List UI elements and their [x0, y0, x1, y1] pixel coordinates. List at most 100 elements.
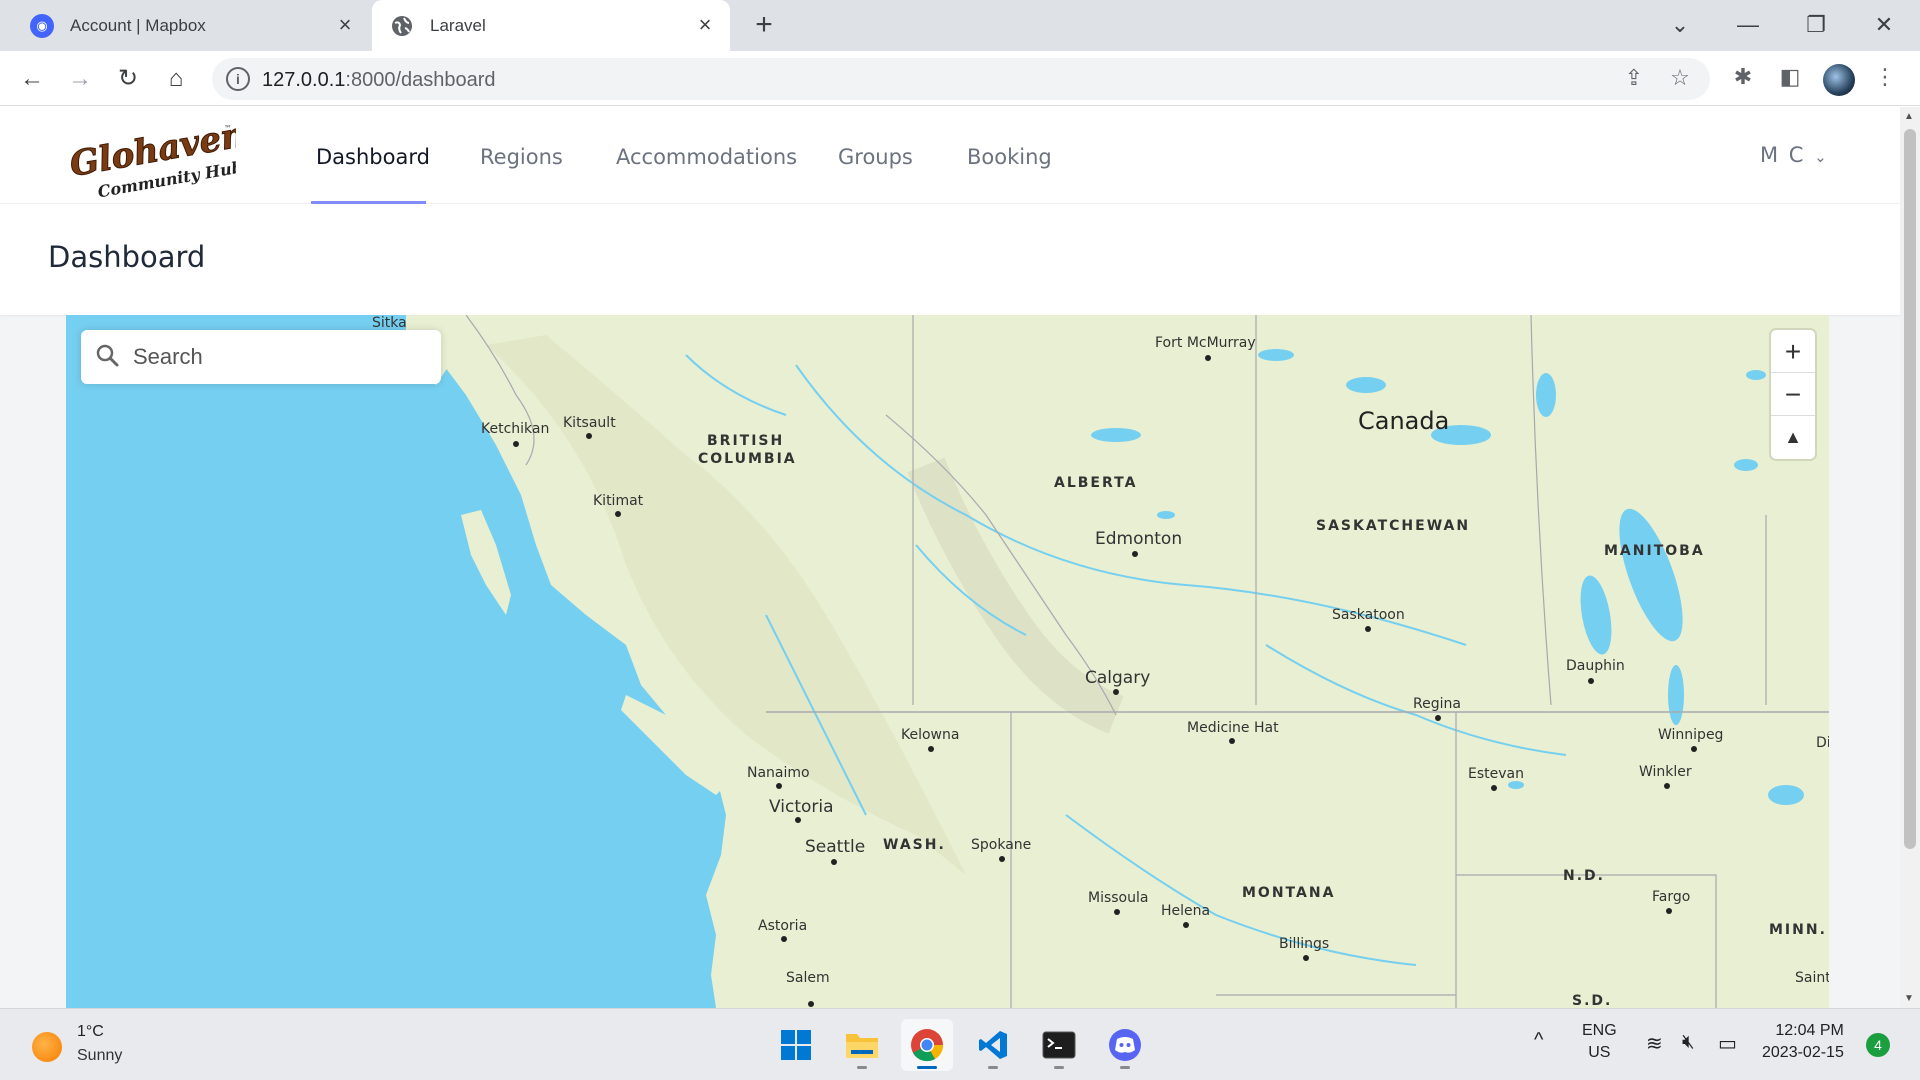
region-label: BRITISH: [707, 433, 785, 449]
clock-date: 2023-02-15: [1762, 1044, 1844, 1061]
city-dot: [513, 441, 519, 447]
language-indicator[interactable]: ENG US: [1582, 1022, 1617, 1062]
region-label: SASKATCHEWAN: [1316, 518, 1471, 534]
notification-badge[interactable]: 4: [1866, 1033, 1890, 1057]
tab-laravel[interactable]: Laravel ×: [372, 0, 730, 51]
taskbar-file-explorer[interactable]: [836, 1019, 888, 1071]
city-dot: [776, 783, 782, 789]
zoom-in-button[interactable]: +: [1771, 330, 1815, 373]
city-label: Astoria: [758, 918, 808, 934]
windows-taskbar: 1°C Sunny ^ ENG US ≋ 🔇︎ ▭ 12:04 PM 2023-…: [0, 1008, 1920, 1080]
compass-icon[interactable]: ▲: [1771, 416, 1815, 459]
close-tab-icon[interactable]: ×: [332, 12, 358, 38]
weather-temperature[interactable]: 1°C: [77, 1023, 104, 1041]
city-dot: [1365, 626, 1371, 632]
city-dot: [1229, 738, 1235, 744]
region-label: MANITOBA: [1604, 543, 1705, 559]
city-label: Salem: [786, 970, 830, 986]
city-label: Fort McMurray: [1155, 335, 1256, 351]
page-header: Dashboard: [0, 204, 1900, 315]
scroll-down-icon[interactable]: ▼: [1904, 993, 1914, 1004]
nav-groups[interactable]: Groups: [838, 145, 913, 169]
zoom-out-button[interactable]: −: [1771, 373, 1815, 416]
city-label: Seattle: [805, 837, 866, 857]
side-panel-icon[interactable]: ◧: [1775, 64, 1805, 90]
minimize-icon[interactable]: —: [1728, 8, 1768, 42]
browser-tab-bar: ◉ Account | Mapbox × Laravel × + ⌄ — ❐ ✕: [0, 0, 1920, 51]
page-scrollbar[interactable]: ▲ ▼: [1900, 107, 1920, 1008]
close-tab-icon[interactable]: ×: [692, 12, 718, 38]
terminal-icon: [1042, 1031, 1076, 1059]
region-label: MONTANA: [1242, 885, 1336, 901]
weather-condition[interactable]: Sunny: [77, 1047, 122, 1065]
show-hidden-icons-chevron-icon[interactable]: ^: [1534, 1029, 1543, 1052]
city-label: Spokane: [971, 837, 1032, 853]
tab-mapbox[interactable]: ◉ Account | Mapbox ×: [0, 0, 370, 51]
close-window-icon[interactable]: ✕: [1864, 8, 1904, 42]
region-label: WASH.: [883, 837, 946, 853]
scroll-up-icon[interactable]: ▲: [1904, 111, 1914, 122]
mapbox-map[interactable]: Sitka Fort McMurray Ketchikan Kitsault K…: [66, 315, 1829, 1008]
bookmark-star-icon[interactable]: ☆: [1666, 65, 1694, 91]
extensions-puzzle-icon[interactable]: ✱: [1728, 64, 1758, 90]
app-navbar: Glohaven Community Hub ™ Dashboard Regio…: [0, 107, 1900, 204]
restore-icon[interactable]: ❐: [1796, 8, 1836, 42]
folder-icon: [846, 1034, 878, 1058]
nav-dashboard[interactable]: Dashboard: [316, 145, 430, 169]
clock[interactable]: 12:04 PM 2023-02-15: [1762, 1022, 1844, 1062]
nav-booking[interactable]: Booking: [967, 145, 1052, 169]
kebab-menu-icon[interactable]: ⋮: [1870, 64, 1900, 90]
city-label: Di: [1816, 735, 1829, 751]
scrollbar-thumb[interactable]: [1904, 129, 1916, 849]
taskbar-terminal[interactable]: [1033, 1019, 1085, 1071]
map-search-box[interactable]: [81, 330, 441, 384]
share-icon[interactable]: ⇪: [1620, 65, 1648, 91]
forward-arrow-icon[interactable]: →: [64, 63, 96, 95]
city-dot: [1132, 551, 1138, 557]
home-icon[interactable]: ⌂: [160, 63, 192, 95]
search-input[interactable]: [133, 338, 423, 376]
vscode-icon: [979, 1031, 1007, 1059]
city-dot: [1183, 922, 1189, 928]
city-dot: [928, 746, 934, 752]
reload-icon[interactable]: ↻: [112, 63, 144, 95]
region-label: MINN.: [1769, 922, 1827, 938]
start-button[interactable]: [770, 1019, 822, 1071]
running-indicator: [1120, 1066, 1130, 1069]
url-text[interactable]: 127.0.0.1:8000/dashboard: [262, 69, 496, 92]
taskbar-chrome[interactable]: [901, 1019, 953, 1071]
tab-title: Laravel: [430, 15, 486, 35]
city-label: Saskatoon: [1332, 607, 1405, 623]
city-label: Nanaimo: [747, 765, 810, 781]
site-info-icon[interactable]: i: [226, 67, 250, 91]
glohaven-logo[interactable]: Glohaven Community Hub ™: [66, 114, 249, 201]
nav-accommodations[interactable]: Accommodations: [616, 145, 797, 169]
country-label: Canada: [1358, 407, 1450, 435]
speaker-muted-icon[interactable]: 🔇︎: [1682, 1031, 1695, 1054]
discord-icon: [1109, 1029, 1141, 1061]
new-tab-button[interactable]: +: [748, 10, 780, 42]
wifi-icon[interactable]: ≋: [1646, 1031, 1663, 1056]
city-label: Kitimat: [593, 493, 644, 509]
city-dot: [831, 859, 837, 865]
running-indicator: [1054, 1066, 1064, 1069]
user-menu-button[interactable]: M C ⌄: [1760, 143, 1827, 167]
sun-icon[interactable]: [32, 1032, 62, 1062]
city-label: Helena: [1161, 903, 1211, 919]
back-arrow-icon[interactable]: ←: [16, 63, 48, 95]
region-label: COLUMBIA: [698, 451, 797, 467]
user-initials: M C: [1760, 143, 1806, 167]
taskbar-discord[interactable]: [1099, 1019, 1151, 1071]
region-label: N.D.: [1563, 868, 1605, 884]
profile-avatar[interactable]: [1823, 64, 1855, 96]
tab-search-chevron-icon[interactable]: ⌄: [1660, 8, 1700, 42]
address-bar[interactable]: i 127.0.0.1:8000/dashboard ⇪ ☆: [212, 58, 1710, 100]
city-label: Medicine Hat: [1187, 720, 1279, 736]
windows-logo-icon: [781, 1030, 811, 1060]
city-dot: [1491, 785, 1497, 791]
svg-text:™: ™: [224, 124, 232, 133]
city-label: Fargo: [1652, 889, 1691, 905]
battery-icon[interactable]: ▭: [1718, 1031, 1737, 1056]
nav-regions[interactable]: Regions: [480, 145, 563, 169]
taskbar-vscode[interactable]: [967, 1019, 1019, 1071]
